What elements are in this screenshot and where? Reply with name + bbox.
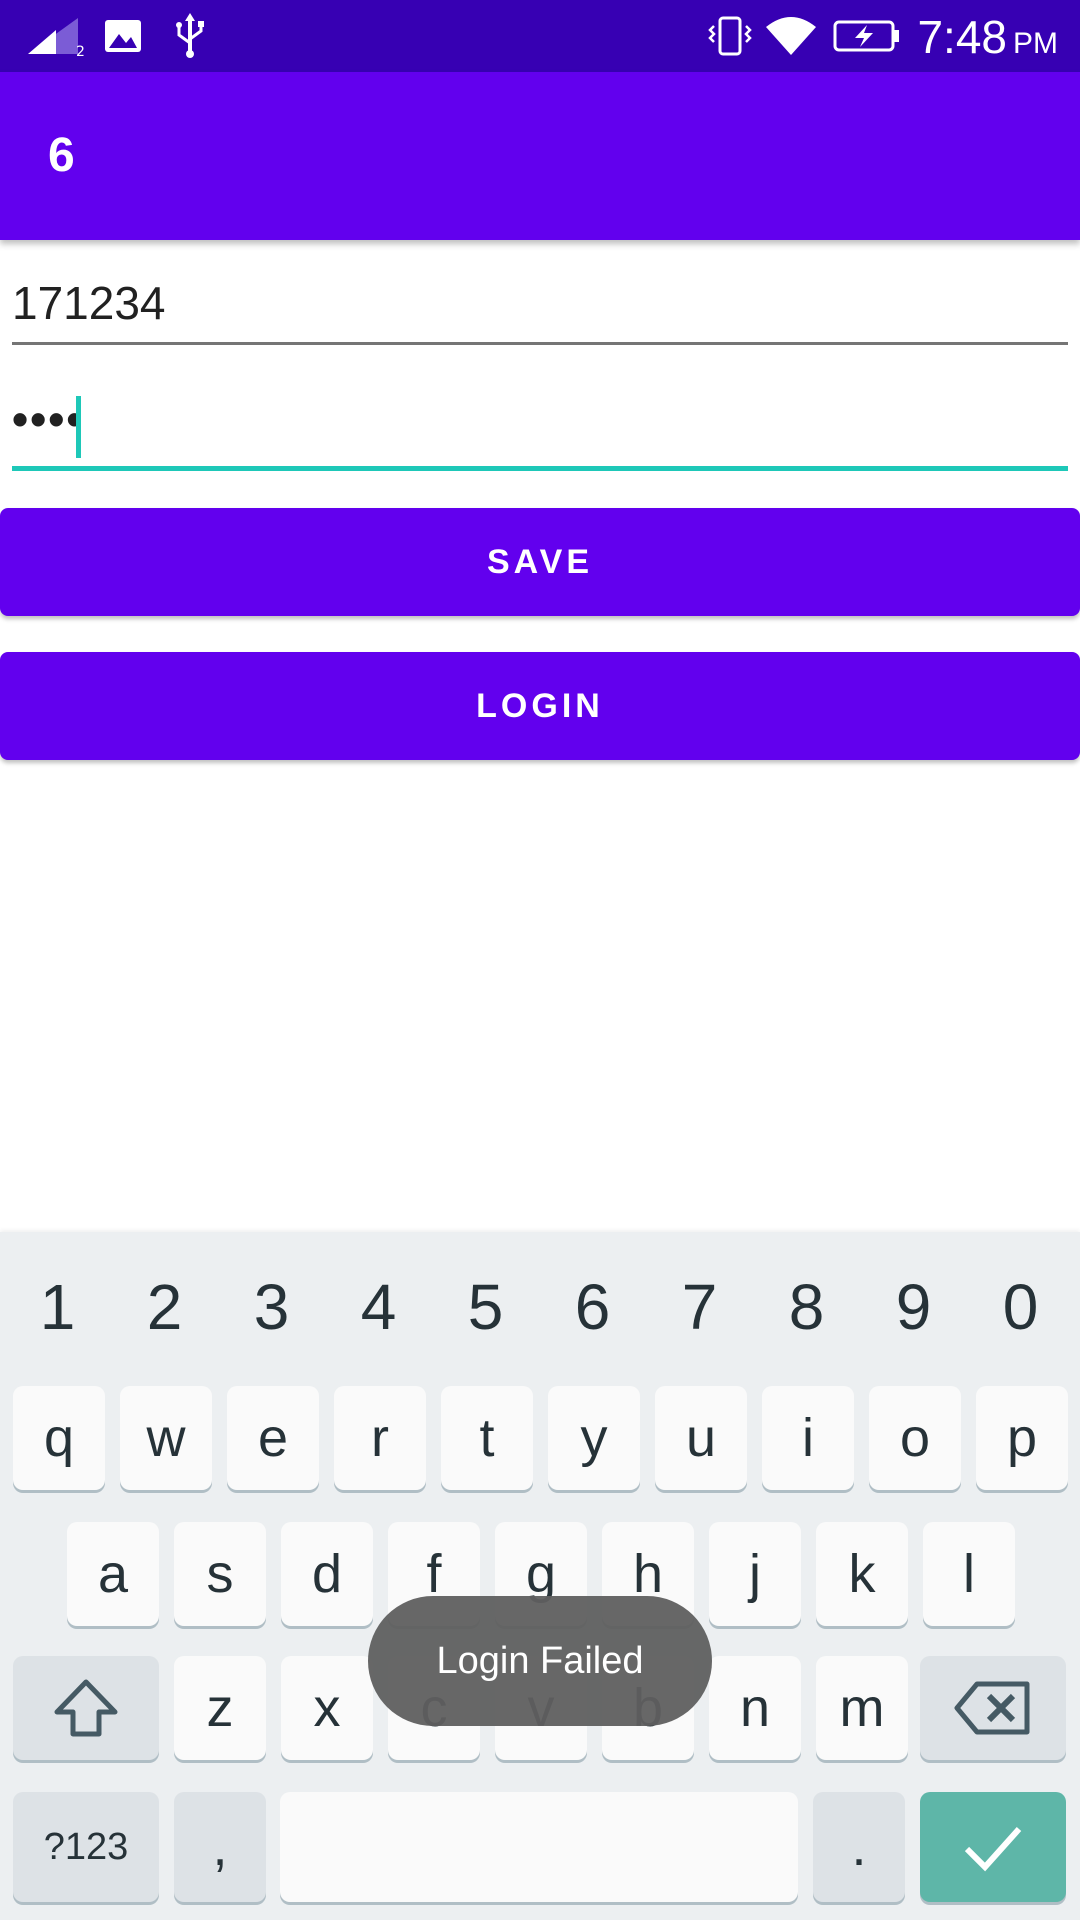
save-button[interactable]: SAVE xyxy=(0,508,1080,616)
key-n[interactable]: n xyxy=(709,1656,801,1760)
clock: 7:48 PM xyxy=(917,0,1058,72)
key-o[interactable]: o xyxy=(869,1386,961,1490)
shift-icon xyxy=(54,1679,118,1737)
battery-charging-icon xyxy=(832,0,902,72)
signal-icon: 2 xyxy=(26,0,88,72)
key-4[interactable]: 4 xyxy=(325,1232,432,1382)
app-title: 6 xyxy=(48,129,75,182)
username-field[interactable]: 171234 xyxy=(12,270,1068,345)
symbols-key[interactable]: ?123 xyxy=(13,1792,159,1902)
keyboard-number-row: 1 2 3 4 5 6 7 8 9 0 xyxy=(0,1232,1080,1382)
key-p[interactable]: p xyxy=(976,1386,1068,1490)
clock-time: 7:48 xyxy=(917,11,1007,63)
comma-key[interactable]: , xyxy=(174,1792,266,1902)
key-1[interactable]: 1 xyxy=(4,1232,111,1382)
key-u[interactable]: u xyxy=(655,1386,747,1490)
password-field[interactable]: •••• xyxy=(12,390,1068,471)
text-cursor xyxy=(76,396,81,458)
key-6[interactable]: 6 xyxy=(539,1232,646,1382)
key-7[interactable]: 7 xyxy=(646,1232,753,1382)
usb-icon xyxy=(170,0,210,72)
key-8[interactable]: 8 xyxy=(753,1232,860,1382)
checkmark-icon xyxy=(964,1826,1022,1872)
login-button[interactable]: LOGIN xyxy=(0,652,1080,760)
shift-key[interactable] xyxy=(13,1656,159,1760)
key-a[interactable]: a xyxy=(67,1522,159,1626)
key-0[interactable]: 0 xyxy=(967,1232,1074,1382)
password-value: •••• xyxy=(12,393,85,445)
key-k[interactable]: k xyxy=(816,1522,908,1626)
key-x[interactable]: x xyxy=(281,1656,373,1760)
soft-keyboard: 1 2 3 4 5 6 7 8 9 0 q w e r t y u i o p … xyxy=(0,1232,1080,1920)
app-bar: 6 xyxy=(0,72,1080,240)
wifi-icon xyxy=(764,0,818,72)
space-key[interactable] xyxy=(280,1792,798,1902)
key-2[interactable]: 2 xyxy=(111,1232,218,1382)
toast-message: Login Failed xyxy=(368,1596,712,1726)
period-key[interactable]: . xyxy=(813,1792,905,1902)
status-bar: 2 7:48 PM xyxy=(0,0,1080,72)
done-key[interactable] xyxy=(920,1792,1066,1902)
backspace-icon xyxy=(954,1681,1030,1735)
username-value: 171234 xyxy=(12,277,166,329)
key-i[interactable]: i xyxy=(762,1386,854,1490)
key-e[interactable]: e xyxy=(227,1386,319,1490)
backspace-key[interactable] xyxy=(920,1656,1066,1760)
key-d[interactable]: d xyxy=(281,1522,373,1626)
key-3[interactable]: 3 xyxy=(218,1232,325,1382)
key-q[interactable]: q xyxy=(13,1386,105,1490)
key-w[interactable]: w xyxy=(120,1386,212,1490)
key-m[interactable]: m xyxy=(816,1656,908,1760)
image-icon xyxy=(102,0,144,72)
key-5[interactable]: 5 xyxy=(432,1232,539,1382)
key-y[interactable]: y xyxy=(548,1386,640,1490)
key-z[interactable]: z xyxy=(174,1656,266,1760)
svg-text:2: 2 xyxy=(76,44,85,56)
key-r[interactable]: r xyxy=(334,1386,426,1490)
key-t[interactable]: t xyxy=(441,1386,533,1490)
clock-ampm: PM xyxy=(1013,27,1058,60)
key-j[interactable]: j xyxy=(709,1522,801,1626)
key-s[interactable]: s xyxy=(174,1522,266,1626)
key-l[interactable]: l xyxy=(923,1522,1015,1626)
vibrate-icon xyxy=(706,0,754,72)
key-9[interactable]: 9 xyxy=(860,1232,967,1382)
